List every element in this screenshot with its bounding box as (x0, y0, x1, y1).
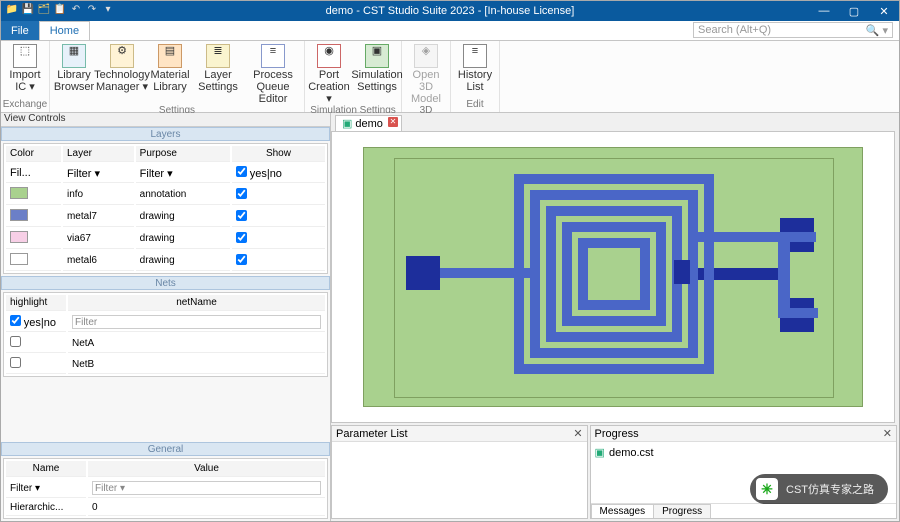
section-layers[interactable]: Layers (1, 127, 330, 141)
parameter-list-panel: Parameter List✕ (331, 425, 588, 519)
qat[interactable]: 📁 💾 🗂 📋 ↶ ↷ ▾ (5, 3, 115, 17)
view-controls-header: View Controls (1, 113, 330, 127)
right-panel: ▣ demo ✕ (331, 113, 899, 521)
icon-undo[interactable]: ↶ (69, 3, 83, 17)
menu-home[interactable]: Home (39, 21, 90, 40)
general-filter-input[interactable] (92, 481, 321, 495)
general-table: NameValue Filter ▾ Hierarchic...0 (3, 458, 328, 519)
minimize-button[interactable]: — (809, 1, 839, 21)
tab-progress[interactable]: Progress (653, 504, 711, 518)
close-progress-button[interactable]: ✕ (883, 427, 892, 440)
layer-table: ColorLayerPurposeShow Fil... Filter ▾ Fi… (3, 143, 328, 274)
file-icon: ▣ (595, 446, 605, 459)
import-ic-button[interactable]: ⬚Import IC ▾ (1, 44, 49, 93)
watermark: ✳ CST仿真专家之路 (750, 474, 888, 504)
show-all-checkbox[interactable] (236, 166, 247, 177)
tech-manager-button[interactable]: ⚙Technology Manager ▾ (98, 44, 146, 105)
wechat-icon: ✳ (756, 478, 778, 500)
icon-dd[interactable]: ▾ (101, 3, 115, 17)
layer-row[interactable]: metal7drawing (6, 207, 325, 227)
search-icon: 🔍 ▾ (866, 24, 888, 37)
doc-tabs: ▣ demo ✕ (331, 113, 899, 131)
design-view (363, 147, 863, 407)
layer-settings-button[interactable]: ≣Layer Settings (194, 44, 242, 105)
net-row[interactable]: NetA (6, 334, 325, 353)
left-panel: View Controls Layers ColorLayerPurposeSh… (1, 113, 331, 521)
design-canvas[interactable] (331, 131, 895, 423)
bottom-tabs: Messages Progress (591, 503, 896, 518)
open-3d-button[interactable]: ◈Open 3D Model (402, 44, 450, 105)
library-browser-button[interactable]: ▦Library Browser (50, 44, 98, 105)
window-title: demo - CST Studio Suite 2023 - [In-house… (326, 5, 575, 17)
material-library-button[interactable]: ▤Material Library (146, 44, 194, 105)
menu-row: File Home Search (Alt+Q) 🔍 ▾ (1, 21, 899, 41)
chip-icon: ▣ (342, 117, 352, 130)
nets-table: highlightnetName yes|no NetA NetB (3, 292, 328, 377)
layer-row[interactable]: via67drawing (6, 229, 325, 249)
net-filter-input[interactable] (72, 315, 321, 329)
progress-panel: Progress ✕ ▣ demo.cst Messages Progress (590, 425, 897, 519)
titlebar: 📁 💾 🗂 📋 ↶ ↷ ▾ demo - CST Studio Suite 20… (1, 1, 899, 21)
doc-tab-demo[interactable]: ▣ demo ✕ (335, 115, 402, 131)
close-tab-button[interactable]: ✕ (388, 117, 398, 127)
process-queue-button[interactable]: ≡Process Queue Editor (242, 44, 304, 105)
section-nets[interactable]: Nets (1, 276, 330, 290)
close-button[interactable]: ✕ (869, 1, 899, 21)
close-param-button[interactable]: ✕ (573, 427, 582, 440)
sim-settings-button[interactable]: ▣Simulation Settings (353, 44, 401, 105)
icon-saveall[interactable]: 🗂 (37, 3, 51, 17)
ribbon: ⬚Import IC ▾ Exchange ▦Library Browser ⚙… (1, 41, 899, 113)
port-creation-button[interactable]: ◉Port Creation ▾ (305, 44, 353, 105)
icon-save[interactable]: 💾 (21, 3, 35, 17)
section-general[interactable]: General (1, 442, 330, 456)
history-list-button[interactable]: ≡History List (451, 44, 499, 93)
net-row[interactable]: NetB (6, 355, 325, 374)
tab-messages[interactable]: Messages (591, 504, 655, 518)
layer-row[interactable]: infoannotation (6, 185, 325, 205)
icon-folder[interactable]: 📁 (5, 3, 19, 17)
icon-redo[interactable]: ↷ (85, 3, 99, 17)
icon-copy[interactable]: 📋 (53, 3, 67, 17)
maximize-button[interactable]: ▢ (839, 1, 869, 21)
progress-item: demo.cst (609, 447, 654, 459)
menu-file[interactable]: File (1, 21, 39, 40)
search-input[interactable]: Search (Alt+Q) 🔍 ▾ (693, 22, 893, 38)
layer-row[interactable]: metal6drawing (6, 251, 325, 271)
